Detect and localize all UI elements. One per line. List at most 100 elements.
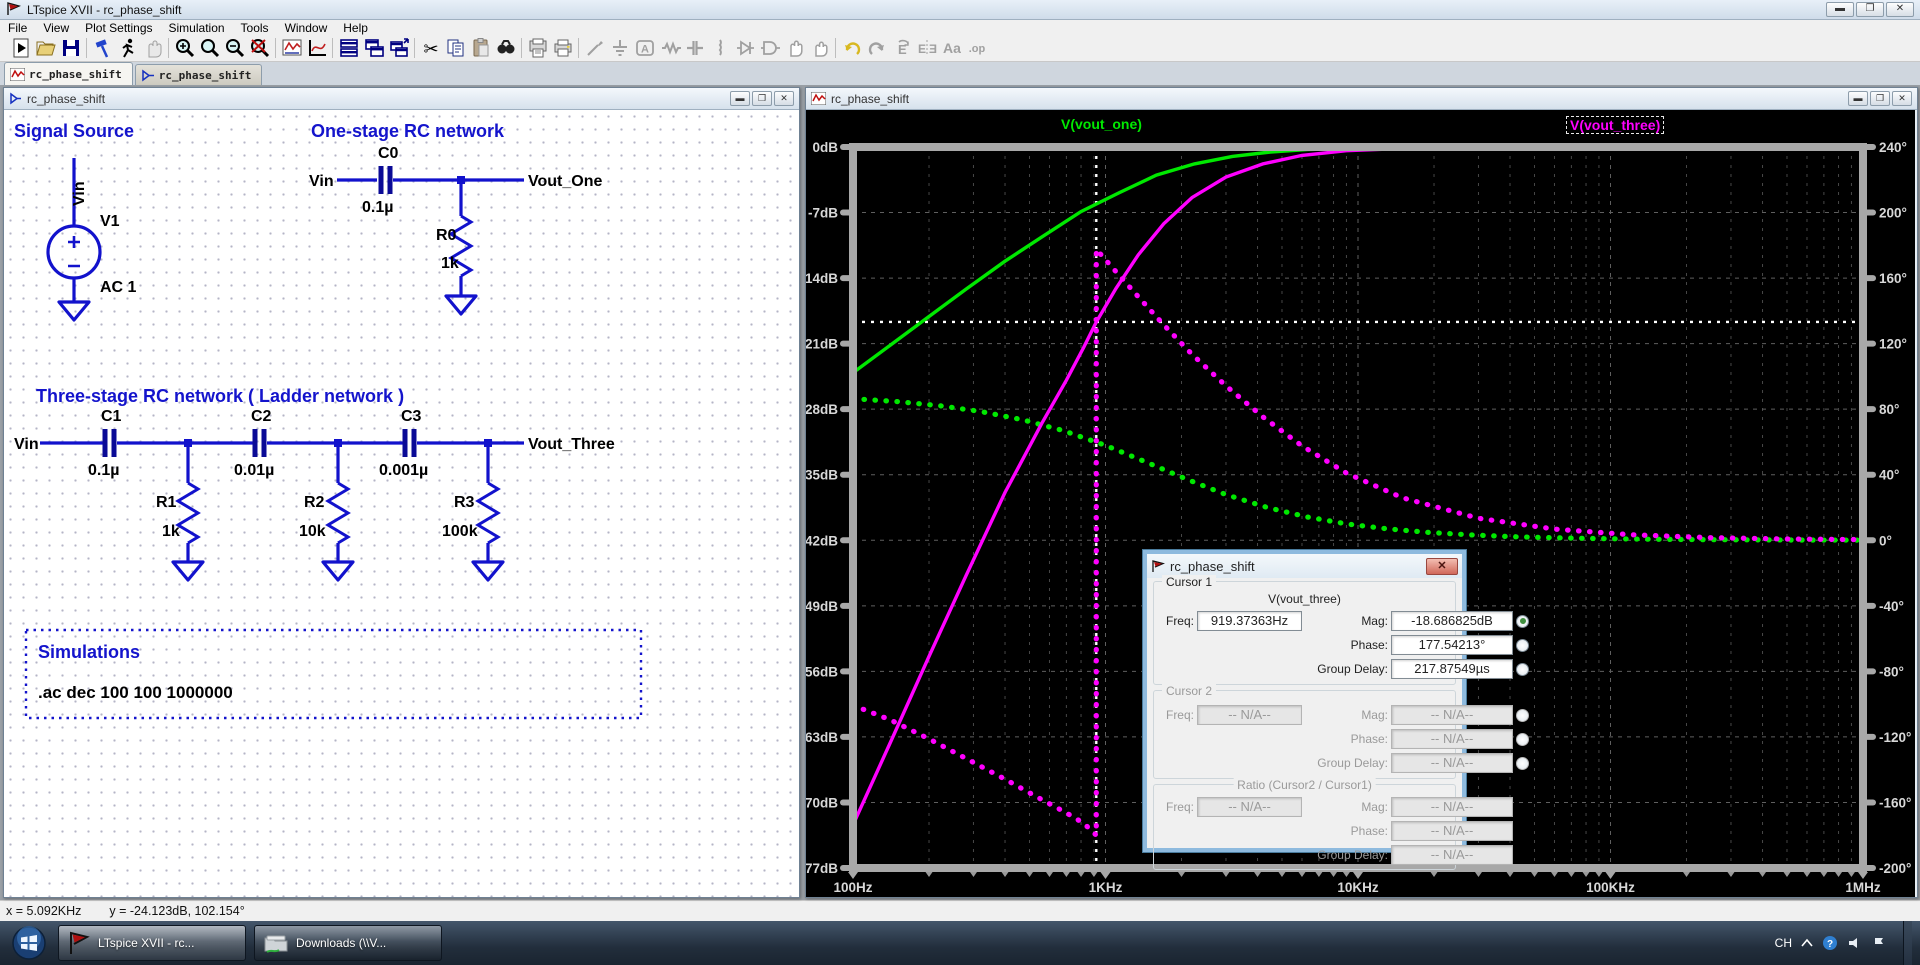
cut-icon[interactable]: ✂ xyxy=(418,36,443,60)
legend-vout-one[interactable]: V(vout_one) xyxy=(1061,116,1142,132)
component-icon[interactable] xyxy=(757,36,782,60)
redo-icon[interactable] xyxy=(864,36,889,60)
plot-restore-button[interactable]: ❐ xyxy=(1870,91,1890,106)
maximize-button[interactable]: ❐ xyxy=(1856,2,1884,17)
print-icon[interactable] xyxy=(550,36,575,60)
net-label-icon[interactable]: A xyxy=(632,36,657,60)
waveform-pane[interactable]: 0dB240°-7dB200°-14dB160°-21dB120°-28dB80… xyxy=(806,110,1915,897)
find-icon[interactable] xyxy=(493,36,518,60)
menu-view[interactable]: View xyxy=(35,21,77,35)
right-axis-tick: -40° xyxy=(1879,599,1904,614)
ratio-freq-field[interactable]: -- N/A-- xyxy=(1197,797,1302,817)
resistor-icon[interactable] xyxy=(657,36,682,60)
paste-icon[interactable] xyxy=(468,36,493,60)
cursor2-group-delay-field[interactable]: -- N/A-- xyxy=(1391,753,1513,773)
print-preview-icon[interactable] xyxy=(525,36,550,60)
undo-icon[interactable] xyxy=(839,36,864,60)
help-icon[interactable]: ? xyxy=(1822,935,1838,951)
show-desktop-button[interactable] xyxy=(1903,921,1912,965)
cursor1-mag-field[interactable]: -18.686825dB xyxy=(1391,611,1513,631)
cascade-windows-icon[interactable] xyxy=(361,36,386,60)
plot-minimize-button[interactable]: ▬ xyxy=(1848,91,1868,106)
ground-icon[interactable] xyxy=(607,36,632,60)
start-button[interactable] xyxy=(8,923,50,963)
run-icon[interactable] xyxy=(8,36,33,60)
tile-windows-icon[interactable] xyxy=(336,36,361,60)
plot-close-button[interactable]: ✕ xyxy=(1892,91,1912,106)
menu-window[interactable]: Window xyxy=(277,21,336,35)
ratio-mag-field[interactable]: -- N/A-- xyxy=(1391,797,1513,817)
action-center-flag-icon[interactable] xyxy=(1872,936,1886,950)
one-stage-wires[interactable] xyxy=(337,176,524,314)
speaker-icon[interactable] xyxy=(1847,936,1863,950)
schematic-close-button[interactable]: ✕ xyxy=(774,91,794,106)
schematic-restore-button[interactable]: ❐ xyxy=(752,91,772,106)
zoom-in-icon[interactable] xyxy=(172,36,197,60)
cursor1-phase-field[interactable]: 177.54213° xyxy=(1391,635,1513,655)
spice-directive-icon[interactable]: .op xyxy=(964,36,989,60)
text-tool-icon[interactable]: Aa xyxy=(939,36,964,60)
menu-simulation[interactable]: Simulation xyxy=(161,21,233,35)
run-man-icon[interactable] xyxy=(115,36,140,60)
language-indicator[interactable]: CH xyxy=(1775,936,1792,950)
rotate-icon[interactable]: E xyxy=(889,36,914,60)
tab-schematic[interactable]: rc_phase_shift xyxy=(135,64,263,85)
cascade-windows-restore-icon[interactable] xyxy=(386,36,411,60)
ratio-group-delay-field[interactable]: -- N/A-- xyxy=(1391,845,1513,865)
move-hand-icon[interactable] xyxy=(782,36,807,60)
schematic-canvas[interactable]: Signal Source One-stage RC network Three… xyxy=(4,110,799,897)
pause-hand-icon[interactable] xyxy=(140,36,165,60)
capacitor-icon[interactable] xyxy=(682,36,707,60)
cursor-dialog-close-button[interactable]: ✕ xyxy=(1426,558,1458,575)
plot-window-titlebar[interactable]: rc_phase_shift ▬ ❐ ✕ xyxy=(806,88,1917,110)
mirror-icon[interactable]: EƎ xyxy=(914,36,939,60)
three-stage-wires[interactable] xyxy=(40,439,524,580)
cursor2-freq-field[interactable]: -- N/A-- xyxy=(1197,705,1302,725)
drag-hand-icon[interactable] xyxy=(807,36,832,60)
taskbar-button-ltspice[interactable]: LTspice XVII - rc... xyxy=(58,925,246,961)
diode-icon[interactable] xyxy=(732,36,757,60)
tray-expand-icon[interactable] xyxy=(1801,938,1813,948)
cursor-dialog[interactable]: rc_phase_shift ✕ Cursor 1 V(vout_three) … xyxy=(1143,550,1466,852)
zoom-region-icon[interactable] xyxy=(197,36,222,60)
cursor1-group-delay-field[interactable]: 217.87549µs xyxy=(1391,659,1513,679)
schematic-window-titlebar[interactable]: rc_phase_shift ▬ ❐ ✕ xyxy=(4,88,799,110)
taskbar-button-downloads[interactable]: Downloads (\\V... xyxy=(254,925,442,961)
menu-tools[interactable]: Tools xyxy=(233,21,277,35)
cursor1-phase-radio[interactable] xyxy=(1516,639,1529,652)
copy-icon[interactable] xyxy=(443,36,468,60)
tab-plot[interactable]: rc_phase_shift xyxy=(4,62,133,85)
save-icon[interactable] xyxy=(58,36,83,60)
cursor1-mag-radio[interactable] xyxy=(1516,615,1529,628)
cursor2-group-delay-radio[interactable] xyxy=(1516,757,1529,770)
capacitor-c1[interactable] xyxy=(105,429,114,457)
spice-directive-text[interactable]: .ac dec 100 100 1000000 xyxy=(38,683,233,702)
schematic-minimize-button[interactable]: ▬ xyxy=(730,91,750,106)
open-icon[interactable] xyxy=(33,36,58,60)
plot-pane-icon[interactable] xyxy=(279,36,304,60)
cursor1-group-delay-radio[interactable] xyxy=(1516,663,1529,676)
menu-file[interactable]: File xyxy=(0,21,35,35)
minimize-button[interactable]: ▬ xyxy=(1826,2,1854,17)
ratio-phase-field[interactable]: -- N/A-- xyxy=(1391,821,1513,841)
hammer-icon[interactable] xyxy=(90,36,115,60)
capacitor-c2[interactable] xyxy=(255,429,264,457)
plot-settings-icon[interactable] xyxy=(304,36,329,60)
menu-plot-settings[interactable]: Plot Settings xyxy=(77,21,160,35)
close-button[interactable]: ✕ xyxy=(1886,2,1914,17)
zoom-out-icon[interactable] xyxy=(222,36,247,60)
wire-pencil-icon[interactable] xyxy=(582,36,607,60)
cursor2-phase-radio[interactable] xyxy=(1516,733,1529,746)
cursor1-group-delay-label: Group Delay: xyxy=(1305,662,1388,676)
inductor-icon[interactable] xyxy=(707,36,732,60)
menu-help[interactable]: Help xyxy=(335,21,376,35)
capacitor-c3[interactable] xyxy=(405,429,414,457)
right-axis-tick: -120° xyxy=(1879,730,1911,745)
cursor2-phase-field[interactable]: -- N/A-- xyxy=(1391,729,1513,749)
cursor1-freq-field[interactable]: 919.37363Hz xyxy=(1197,611,1302,631)
legend-vout-three[interactable]: V(vout_three) xyxy=(1566,116,1664,134)
zoom-full-icon[interactable] xyxy=(247,36,272,60)
cursor2-mag-field[interactable]: -- N/A-- xyxy=(1391,705,1513,725)
cursor2-mag-radio[interactable] xyxy=(1516,709,1529,722)
capacitor-c0[interactable] xyxy=(381,166,390,194)
